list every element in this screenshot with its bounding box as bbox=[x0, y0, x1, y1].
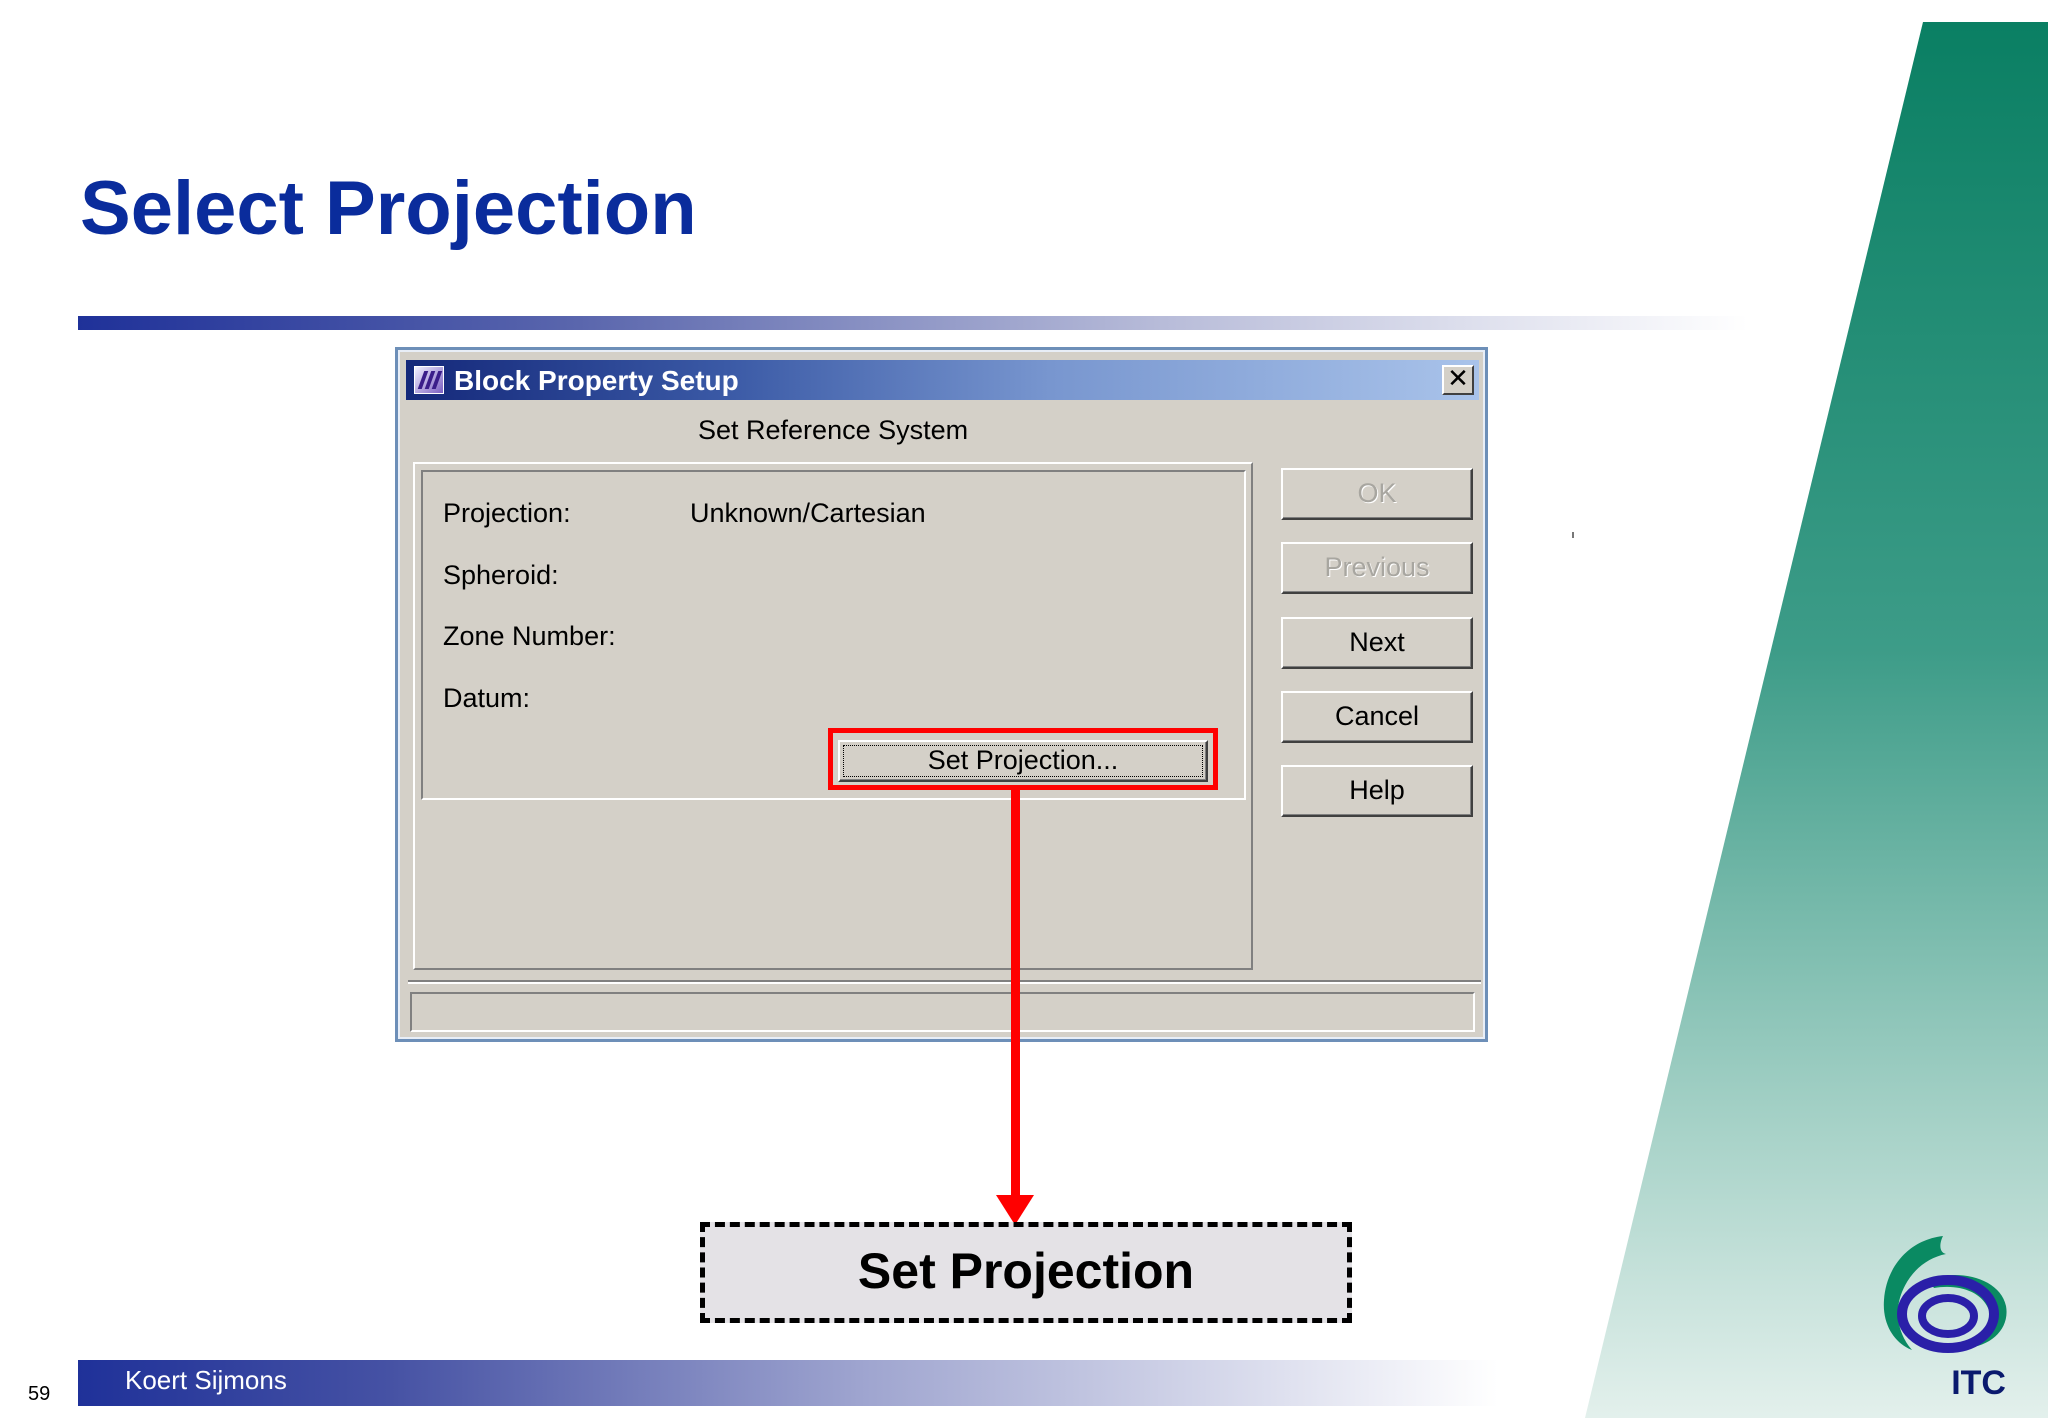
page-number: 59 bbox=[28, 1383, 51, 1405]
footer-author: Koert Sijmons bbox=[125, 1365, 287, 1395]
help-button[interactable]: Help bbox=[1281, 765, 1473, 817]
cancel-button[interactable]: Cancel bbox=[1281, 691, 1473, 743]
callout-arrow-line bbox=[1011, 787, 1020, 1197]
next-button[interactable]: Next bbox=[1281, 617, 1473, 669]
status-separator bbox=[408, 980, 1481, 984]
footer-bar bbox=[78, 1360, 1498, 1406]
spheroid-label: Spheroid: bbox=[443, 560, 559, 590]
itc-logo-text: ITC bbox=[1951, 1364, 2006, 1398]
close-button[interactable]: ✕ bbox=[1442, 365, 1474, 395]
ok-button[interactable]: OK bbox=[1281, 468, 1473, 520]
dialog-subtitle: Set Reference System bbox=[698, 415, 969, 445]
dialog-title: Block Property Setup bbox=[454, 365, 739, 396]
status-bar bbox=[410, 992, 1475, 1032]
slide-title: Select Projection bbox=[80, 166, 697, 251]
close-icon: ✕ bbox=[1447, 364, 1469, 394]
projection-value: Unknown/Cartesian bbox=[690, 498, 926, 528]
highlight-box bbox=[828, 728, 1218, 790]
itc-logo: ITC bbox=[1883, 1236, 2007, 1398]
zone-number-label: Zone Number: bbox=[443, 621, 616, 651]
callout-arrow-head bbox=[996, 1195, 1034, 1225]
title-divider bbox=[78, 316, 1748, 330]
projection-label: Projection: bbox=[443, 498, 571, 528]
dialog-titlebar[interactable]: Block Property Setup ✕ bbox=[406, 360, 1479, 400]
datum-label: Datum: bbox=[443, 683, 531, 713]
block-property-setup-dialog: Block Property Setup ✕ Set Reference Sys… bbox=[395, 347, 1488, 1042]
callout-box: Set Projection bbox=[700, 1222, 1352, 1323]
previous-button[interactable]: Previous bbox=[1281, 542, 1473, 594]
stray-mark bbox=[1572, 532, 1574, 538]
app-icon bbox=[414, 366, 444, 394]
